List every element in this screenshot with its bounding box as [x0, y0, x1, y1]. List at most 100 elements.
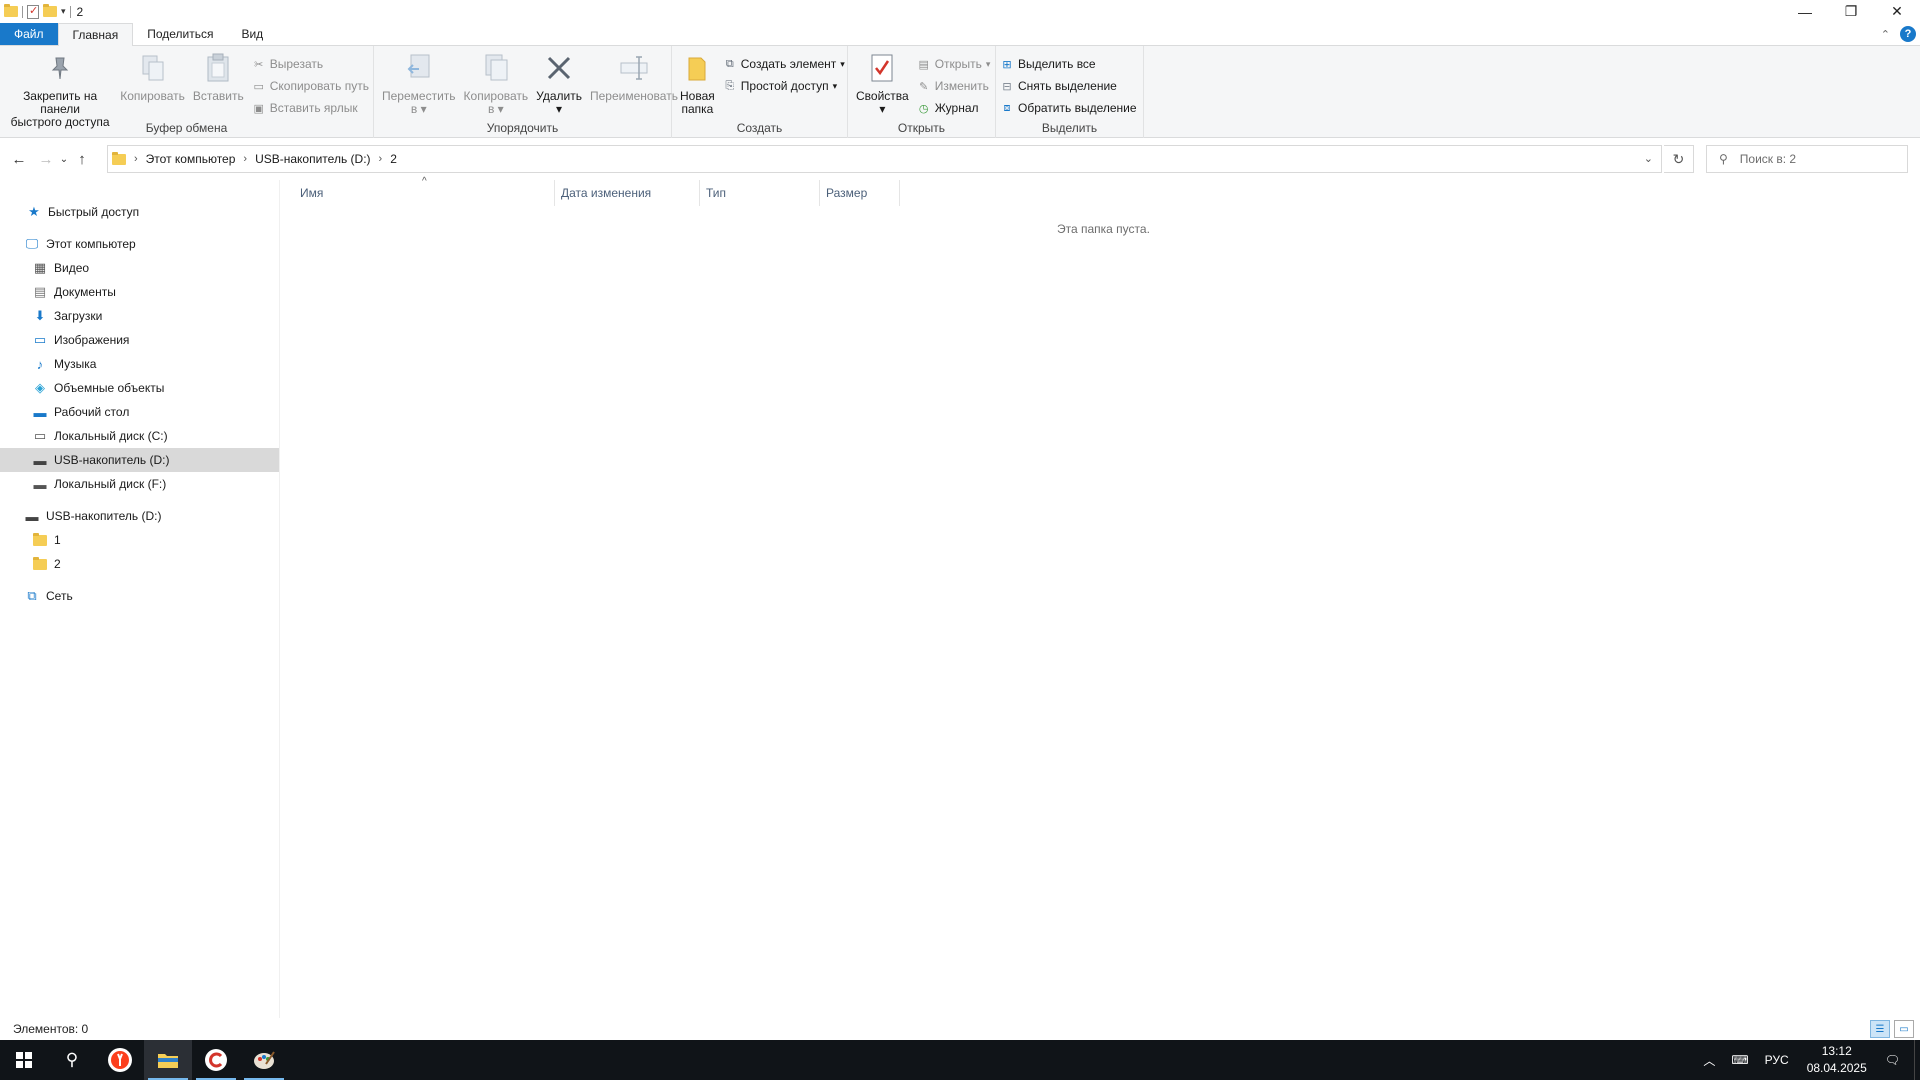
address-bar[interactable]: › Этот компьютер › USB-накопитель (D:) ›…	[107, 145, 1662, 173]
search-input[interactable]: Поиск в: 2	[1740, 152, 1796, 166]
search-icon: ⚲	[65, 1050, 79, 1069]
column-label: Имя	[300, 186, 324, 200]
nav-folder-1[interactable]: 1	[0, 528, 279, 552]
large-icons-view-button[interactable]: ▭	[1894, 1020, 1914, 1038]
usb-drive-icon: ▬	[33, 452, 47, 468]
window-title: 2	[76, 4, 84, 19]
close-button[interactable]: ✕	[1874, 0, 1920, 23]
new-folder-icon[interactable]	[43, 4, 57, 17]
nav-label: Локальный диск (C:)	[54, 429, 168, 443]
customize-qat-icon[interactable]: ▾	[61, 6, 66, 17]
computer-icon: 🖵	[25, 236, 39, 251]
breadcrumb-this-pc[interactable]: Этот компьютер	[146, 152, 236, 166]
nav-videos[interactable]: ▦ Видео	[0, 256, 279, 280]
select-all-button[interactable]: ⊞ Выделить все	[1000, 55, 1137, 73]
nav-downloads[interactable]: ⬇ Загрузки	[0, 304, 279, 328]
start-button[interactable]	[0, 1040, 48, 1080]
breadcrumb-usb[interactable]: USB-накопитель (D:)	[255, 152, 370, 166]
column-type[interactable]: Тип	[700, 180, 820, 206]
nav-drive-f[interactable]: ▬ Локальный диск (F:)	[0, 472, 279, 496]
history-button[interactable]: ◷ Журнал	[917, 99, 991, 117]
nav-3d-objects[interactable]: ◈ Объемные объекты	[0, 376, 279, 400]
nav-desktop[interactable]: ▬ Рабочий стол	[0, 400, 279, 424]
nav-drive-c[interactable]: ▭ Локальный диск (C:)	[0, 424, 279, 448]
network-icon: ⧉	[27, 588, 37, 603]
nav-quick-access[interactable]: ★ Быстрый доступ	[0, 200, 279, 224]
search-box[interactable]: ⚲ Поиск в: 2	[1706, 145, 1908, 173]
tab-view[interactable]: Вид	[227, 23, 277, 45]
breadcrumb-current[interactable]: 2	[390, 152, 397, 166]
group-clipboard: Закрепить на панели быстрого доступа Коп…	[0, 46, 374, 138]
cut-label: Вырезать	[269, 57, 324, 71]
ccleaner-button[interactable]	[192, 1040, 240, 1080]
forward-button[interactable]: →	[35, 148, 57, 170]
column-date-modified[interactable]: Дата изменения	[555, 180, 700, 206]
paint-app-button[interactable]	[240, 1040, 288, 1080]
nav-this-pc[interactable]: 🖵 Этот компьютер	[0, 232, 279, 256]
nav-pictures[interactable]: ▭ Изображения	[0, 328, 279, 352]
folder-icon	[32, 532, 48, 548]
nav-folder-2[interactable]: 2	[0, 552, 279, 576]
cube-icon: ◈	[35, 380, 45, 395]
search-icon: ⚲	[1719, 152, 1728, 166]
paste-shortcut-button[interactable]: ▣ Вставить ярлык	[252, 99, 369, 117]
search-button[interactable]: ⚲	[48, 1040, 96, 1080]
column-size[interactable]: Размер	[820, 180, 900, 206]
nav-drive-d[interactable]: ▬ USB-накопитель (D:)	[0, 448, 279, 472]
tab-home[interactable]: Главная	[57, 23, 134, 46]
nav-label: Изображения	[54, 333, 130, 347]
copy-path-button[interactable]: ▭ Скопировать путь	[252, 77, 369, 95]
refresh-button[interactable]: ↻	[1664, 145, 1694, 173]
folder-icon	[4, 4, 18, 17]
edit-button[interactable]: ✎ Изменить	[917, 77, 991, 95]
select-none-button[interactable]: ⊟ Снять выделение	[1000, 77, 1137, 95]
ribbon-tabs: Файл Главная Поделиться Вид ⌃ ?	[0, 23, 1920, 46]
file-list[interactable]: Имя ^ Дата изменения Тип Размер Эта папк…	[282, 176, 1920, 1020]
nav-usb-root[interactable]: ▬ USB-накопитель (D:)	[0, 504, 279, 528]
new-item-icon: ⧉	[725, 57, 734, 70]
help-icon[interactable]: ?	[1900, 26, 1916, 42]
cut-button[interactable]: ✂ Вырезать	[252, 55, 369, 73]
chevron-down-icon: ▾	[832, 80, 838, 91]
yandex-browser-button[interactable]	[96, 1040, 144, 1080]
usb-drive-icon: ▬	[25, 508, 39, 524]
notifications-button[interactable]: 🗨	[1877, 1053, 1908, 1067]
paste-icon	[202, 52, 234, 84]
chevron-down-icon[interactable]: ⌄	[1644, 152, 1653, 165]
nav-music[interactable]: ♪ Музыка	[0, 352, 279, 376]
pin-icon	[44, 52, 76, 84]
nav-documents[interactable]: ▤ Документы	[0, 280, 279, 304]
copy-label: Копировать	[120, 89, 185, 103]
tab-share[interactable]: Поделиться	[133, 23, 227, 45]
tab-file[interactable]: Файл	[0, 23, 58, 45]
select-all-label: Выделить все	[1018, 57, 1096, 71]
nav-label: Музыка	[54, 357, 97, 371]
language-indicator[interactable]: РУС	[1757, 1053, 1797, 1067]
easy-access-button[interactable]: ⎘ Простой доступ ▾	[723, 77, 845, 95]
invert-selection-icon: ⧈	[1003, 101, 1011, 114]
show-hidden-icons-button[interactable]: ︿	[1695, 1052, 1723, 1069]
back-button[interactable]: ←	[8, 148, 30, 170]
column-name[interactable]: Имя ^	[282, 176, 555, 206]
network-status-button[interactable]: ⌨	[1723, 1053, 1756, 1067]
properties-icon[interactable]	[27, 4, 39, 19]
invert-selection-button[interactable]: ⧈ Обратить выделение	[1000, 99, 1137, 117]
rename-icon	[618, 52, 650, 84]
file-explorer-button[interactable]	[144, 1040, 192, 1080]
group-label-select: Выделить	[1041, 121, 1098, 135]
divider	[22, 5, 23, 18]
show-desktop-button[interactable]	[1914, 1040, 1920, 1080]
paste-shortcut-icon: ▣	[253, 102, 264, 115]
minimize-button[interactable]: —	[1782, 0, 1828, 23]
maximize-button[interactable]: ❐	[1828, 0, 1874, 23]
divider	[69, 5, 71, 18]
new-item-button[interactable]: ⧉ Создать элемент ▾	[723, 55, 845, 73]
clock[interactable]: 13:12 08.04.2025	[1797, 1043, 1877, 1077]
recent-locations-button[interactable]: ⌄	[57, 148, 71, 170]
details-view-button[interactable]: ☰	[1870, 1020, 1890, 1038]
open-button[interactable]: ▤ Открыть ▾	[917, 55, 991, 73]
breadcrumb-separator: ›	[243, 153, 248, 165]
collapse-ribbon-icon[interactable]: ⌃	[1881, 28, 1890, 41]
nav-network[interactable]: ⧉ Сеть	[0, 584, 279, 608]
up-button[interactable]: ↑	[71, 148, 93, 170]
